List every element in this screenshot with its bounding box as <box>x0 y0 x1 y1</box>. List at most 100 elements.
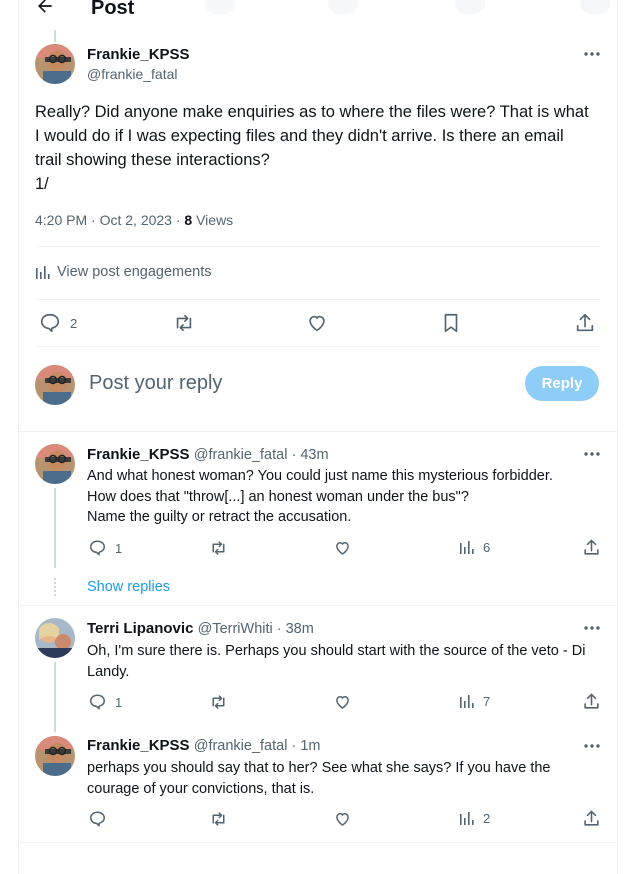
reply-header: Terri Lipanovic @TerriWhiti · 38m <box>87 620 314 637</box>
repost-button[interactable] <box>209 539 228 557</box>
more-options-icon[interactable] <box>582 444 602 464</box>
reply-header: Frankie_KPSS @frankie_fatal · 43m <box>87 446 329 463</box>
share-icon <box>582 538 601 557</box>
repost-icon <box>209 539 228 557</box>
post-text: Really? Did anyone make enquiries as to … <box>35 100 605 196</box>
author-name[interactable]: Terri Lipanovic <box>87 620 193 637</box>
view-engagements-link[interactable]: View post engagements <box>35 264 212 280</box>
reply-text-line: How does that "throw[...] an honest woma… <box>87 488 469 505</box>
reply-text-line: courage of your convictions, that is. <box>87 780 315 797</box>
reply-button[interactable] <box>88 810 115 828</box>
divider <box>35 299 600 300</box>
like-button[interactable] <box>333 810 352 828</box>
thread-connector <box>54 488 56 568</box>
thread-connector <box>54 662 56 732</box>
views-count: 6 <box>483 539 491 555</box>
author-name[interactable]: Frankie_KPSS <box>87 737 190 754</box>
more-options-icon[interactable] <box>582 736 602 756</box>
views-button[interactable]: 7 <box>459 693 490 709</box>
analytics-icon <box>459 810 475 826</box>
post-text-line: I would do if I was expecting files and … <box>35 127 564 145</box>
repost-button[interactable] <box>172 312 196 334</box>
post-timestamp[interactable]: 4:20 PM · Oct 2, 2023 · <box>35 212 184 228</box>
like-button[interactable] <box>333 539 352 557</box>
reply-text-line: Landy. <box>87 663 130 680</box>
reply-text-line: Oh, I'm sure there is. Perhaps you shoul… <box>87 643 586 659</box>
more-options-icon[interactable] <box>582 618 602 638</box>
reply-submit-button[interactable]: Reply <box>525 366 599 401</box>
heart-icon <box>305 312 329 334</box>
heart-icon <box>333 810 352 828</box>
share-icon <box>574 312 596 334</box>
repost-button[interactable] <box>209 810 228 828</box>
reply-button[interactable]: 2 <box>38 312 77 334</box>
avatar[interactable] <box>35 444 75 484</box>
divider <box>35 246 600 247</box>
repost-icon <box>209 693 228 711</box>
views-count: 7 <box>483 693 491 709</box>
more-options-icon[interactable] <box>582 44 602 64</box>
avatar[interactable] <box>35 618 75 658</box>
reply-count: 1 <box>115 540 123 556</box>
reply-icon <box>88 810 107 828</box>
author-handle[interactable]: @TerriWhiti <box>198 621 273 637</box>
reply-text: Oh, I'm sure there is. Perhaps you shoul… <box>87 641 602 682</box>
share-button[interactable] <box>574 312 596 334</box>
divider <box>18 605 618 606</box>
repost-button[interactable] <box>209 693 228 711</box>
author-name[interactable]: Frankie_KPSS <box>87 46 190 63</box>
share-button[interactable] <box>582 538 601 557</box>
analytics-icon <box>459 539 475 555</box>
reply-text: And what honest woman? You could just na… <box>87 466 602 528</box>
views-count: 2 <box>483 810 491 826</box>
share-button[interactable] <box>582 692 601 711</box>
author-handle[interactable]: @frankie_fatal <box>194 738 288 754</box>
reply-time[interactable]: · 43m <box>287 447 328 463</box>
author-handle[interactable]: @frankie_fatal <box>87 66 177 82</box>
reply-count: 2 <box>70 315 78 331</box>
thread-dots <box>54 578 56 596</box>
thread-connector <box>54 30 56 42</box>
post-meta: 4:20 PM · Oct 2, 2023 · 8 Views <box>35 212 233 228</box>
reply-text: perhaps you should say that to her? See … <box>87 758 602 799</box>
post-text-line: Really? Did anyone make enquiries as to … <box>35 103 589 121</box>
reply-header: Frankie_KPSS @frankie_fatal · 1m <box>87 737 320 754</box>
reply-time[interactable]: · 38m <box>273 621 314 637</box>
avatar[interactable] <box>35 44 75 84</box>
reply-icon <box>88 539 107 557</box>
engagements-label: View post engagements <box>57 264 212 280</box>
bookmark-icon <box>440 312 462 334</box>
composer-avatar[interactable] <box>35 365 75 405</box>
views-button[interactable]: 6 <box>459 539 490 555</box>
views-label: Views <box>196 212 234 228</box>
author-name[interactable]: Frankie_KPSS <box>87 446 190 463</box>
like-button[interactable] <box>305 312 329 334</box>
reply-text-line: perhaps you should say that to her? See … <box>87 760 551 776</box>
post-text-line: trail showing these interactions? <box>35 151 270 169</box>
divider <box>18 842 618 843</box>
heart-icon <box>333 539 352 557</box>
author-handle[interactable]: @frankie_fatal <box>194 447 288 463</box>
share-icon <box>582 809 601 828</box>
reply-text-line: Name the guilty or retract the accusatio… <box>87 509 352 525</box>
divider <box>35 346 600 347</box>
heart-icon <box>333 693 352 711</box>
reply-button[interactable]: 1 <box>88 539 122 557</box>
repost-icon <box>209 810 228 828</box>
reply-text-line: And what honest woman? You could just na… <box>87 468 553 484</box>
repost-icon <box>172 312 196 334</box>
reply-button[interactable]: 1 <box>88 693 122 711</box>
analytics-icon <box>35 264 51 280</box>
analytics-icon <box>459 693 475 709</box>
reply-icon <box>88 693 107 711</box>
show-replies-link[interactable]: Show replies <box>87 579 170 595</box>
avatar[interactable] <box>35 736 75 776</box>
reply-time[interactable]: · 1m <box>287 738 320 754</box>
views-button[interactable]: 2 <box>459 810 490 826</box>
reply-count: 1 <box>115 694 123 710</box>
share-icon <box>582 692 601 711</box>
like-button[interactable] <box>333 693 352 711</box>
reply-input[interactable]: Post your reply <box>89 372 222 395</box>
share-button[interactable] <box>582 809 601 828</box>
bookmark-button[interactable] <box>440 312 462 334</box>
